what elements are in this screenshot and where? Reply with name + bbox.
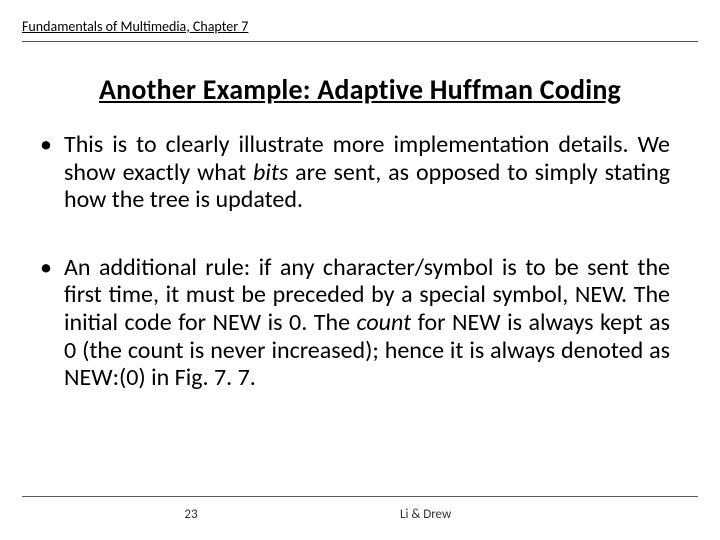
bullet-marker: • [40, 131, 64, 214]
bullet-text: An additional rule: if any character/sym… [64, 254, 670, 392]
bullet-list: • This is to clearly illustrate more imp… [22, 131, 698, 392]
bullet-text: This is to clearly illustrate more imple… [64, 131, 670, 214]
header-divider [22, 41, 698, 42]
chapter-header: Fundamentals of Multimedia, Chapter 7 [22, 18, 698, 37]
page-number: 23 [22, 507, 360, 522]
bullet-marker: • [40, 254, 64, 392]
footer-divider [22, 496, 698, 497]
slide-footer: 23 Li & Drew [0, 496, 720, 522]
authors-label: Li & Drew [360, 507, 698, 522]
text-emphasis: count [357, 308, 412, 337]
bullet-item: • An additional rule: if any character/s… [40, 254, 670, 392]
bullet-item: • This is to clearly illustrate more imp… [40, 131, 670, 214]
text-emphasis: bits [253, 158, 288, 187]
slide-title: Another Example: Adaptive Huffman Coding [62, 72, 658, 107]
